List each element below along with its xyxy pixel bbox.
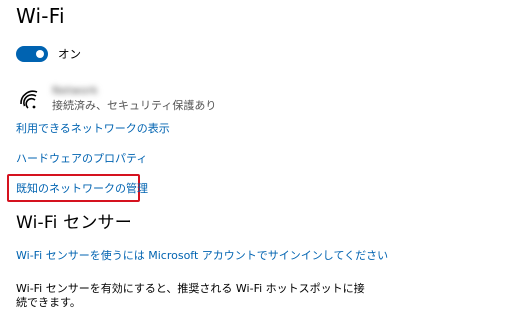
wifi-sensor-heading: Wi-Fi センサー xyxy=(16,213,132,233)
page-title: Wi-Fi xyxy=(16,4,65,28)
wifi-sensor-description: Wi-Fi センサーを有効にすると、推奨される Wi-Fi ホットスポットに接続… xyxy=(16,282,365,309)
toggle-knob xyxy=(36,50,44,58)
network-name: Network xyxy=(52,84,98,97)
wifi-settings-page: Wi-Fi オン Network 接続済み、セキュリティ保護あり 利用できるネッ… xyxy=(0,0,525,319)
network-status: 接続済み、セキュリティ保護あり xyxy=(52,99,217,112)
show-available-networks-link[interactable]: 利用できるネットワークの表示 xyxy=(16,122,170,136)
wifi-toggle-label: オン xyxy=(58,47,81,61)
connected-network[interactable]: Network 接続済み、セキュリティ保護あり xyxy=(16,82,256,118)
manage-known-networks-link[interactable]: 既知のネットワークの管理 xyxy=(16,182,148,196)
wifi-toggle[interactable] xyxy=(16,46,48,62)
wifi-toggle-row: オン xyxy=(16,44,81,64)
hardware-properties-link[interactable]: ハードウェアのプロパティ xyxy=(16,152,147,166)
wifi-signal-icon xyxy=(20,90,38,109)
wifi-sensor-signin-link[interactable]: Wi-Fi センサーを使うには Microsoft アカウントでサインインしてく… xyxy=(16,249,388,263)
